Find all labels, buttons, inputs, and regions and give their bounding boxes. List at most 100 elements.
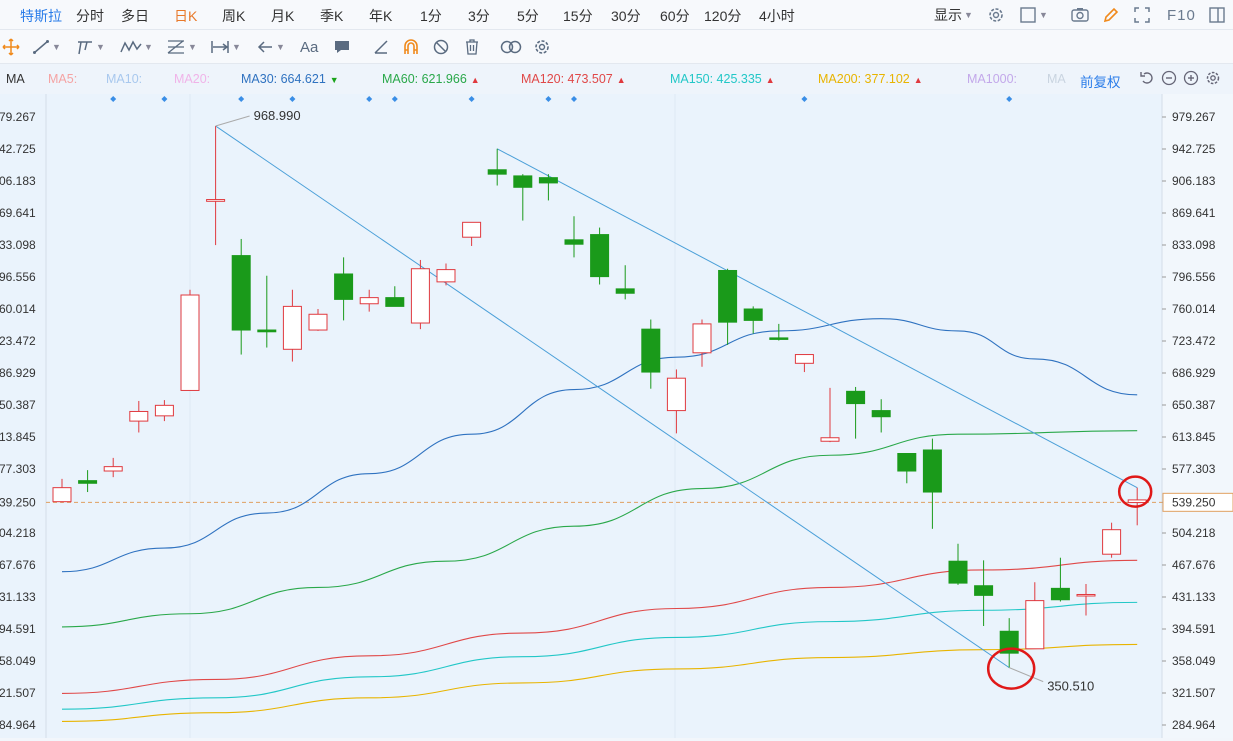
y-tick-label-left: 69.641 [0,206,36,220]
period-tab-4hour[interactable]: 4小时 [759,6,795,26]
period-tab-120min[interactable]: 120分 [704,6,741,26]
candle-down [257,329,277,333]
y-tick-label: 650.387 [1172,398,1216,412]
period-tab-weekly[interactable]: 周K [222,6,245,26]
period-tab-30min[interactable]: 30分 [611,6,641,26]
ma20-text: MA20: [174,72,211,86]
candlestick-chart-svg[interactable]: 979.267 79.267 942.725 42.725 906.183 06.183 8… [0,94,1233,738]
arrow-tool-dropdown[interactable]: ▼ [256,38,285,56]
ma20-label[interactable]: MA20: [174,72,210,86]
ma30-label[interactable]: MA30: 664.621 ▼ [241,72,339,86]
ma200-label[interactable]: MA200: 377.102 ▲ [818,72,923,86]
low-price-annotation: 350.510 [1047,679,1094,694]
y-tick-label-left: 21.507 [0,686,36,700]
fibonacci-tool-dropdown[interactable]: ▼ [166,38,197,56]
layout-dropdown[interactable]: ▼ [1019,4,1048,26]
candle-down [231,255,251,331]
y-tick-label-left: 60.014 [0,302,36,316]
period-tab-1min[interactable]: 1分 [420,6,442,26]
y-tick-label: 284.964 [1172,718,1216,732]
y-tick-label-left: 67.676 [0,558,36,572]
period-tab-intraday[interactable]: 分时 [76,6,104,26]
price-chart[interactable]: 979.267 79.267 942.725 42.725 906.183 06.183 8… [0,94,1233,738]
period-tab-daily[interactable]: 日K [174,6,197,26]
candle-up [410,268,430,324]
y-tick-label-left: 31.133 [0,590,36,604]
candle-down [871,410,891,418]
period-tab-60min[interactable]: 60分 [660,6,690,26]
y-tick-label: 979.267 [1172,110,1216,124]
candle-up [436,269,456,283]
candle-down [513,175,533,188]
ma-settings-icon[interactable] [1205,70,1221,86]
y-tick-label: 723.472 [1172,334,1216,348]
y-tick-label-left: 77.303 [0,462,36,476]
display-dropdown[interactable]: 显示 ▼ [934,4,973,26]
magnet-icon[interactable] [402,38,420,56]
ma150-label[interactable]: MA150: 425.335 ▲ [670,72,775,86]
ruler-icon[interactable] [372,38,390,56]
ma5-label[interactable]: MA5: [48,72,77,86]
gear-icon[interactable] [533,38,551,56]
display-label: 显示 [934,7,962,23]
candle-up [794,354,814,364]
pencil-icon[interactable] [1102,4,1120,26]
period-tab-multiday[interactable]: 多日 [121,6,149,26]
undo-icon[interactable] [1139,70,1155,86]
candle-down [897,453,917,472]
crosshair-move-icon[interactable] [2,38,20,56]
period-tab-quarterly[interactable]: 季K [320,6,343,26]
line-tool-dropdown[interactable]: ▼ [32,38,61,56]
candle-up [1127,499,1147,504]
candle-down [769,337,789,340]
period-tab-15min[interactable]: 15分 [563,6,593,26]
hide-drawings-icon[interactable] [432,38,450,56]
ma10-label[interactable]: MA10: [106,72,142,86]
y-tick-label: 358.049 [1172,654,1216,668]
settings-gear-icon[interactable] [987,4,1005,26]
candle-up [154,404,174,417]
ma60-label[interactable]: MA60: 621.966 ▲ [382,72,480,86]
y-tick-label: 833.098 [1172,238,1216,252]
trash-icon[interactable] [463,38,481,56]
y-tick-label-left: 23.472 [0,334,36,348]
ma120-text: MA120: 473.507 [521,72,613,86]
zoom-out-icon[interactable] [1161,70,1177,86]
period-tab-yearly[interactable]: 年K [369,6,392,26]
period-tab-5min[interactable]: 5分 [517,6,539,26]
comment-icon[interactable] [333,38,351,56]
close-panel-icon[interactable] [1208,4,1226,26]
candle-up [666,377,686,412]
trend-up-icon: ▲ [470,75,480,85]
chevron-down-icon: ▼ [188,42,197,52]
ma1000-text: MA1000: [967,72,1018,86]
period-toolbar: 特斯拉 分时 多日 日K 周K 月K 季K 年K 1分 3分 5分 15分 30… [0,0,1233,30]
symbol-label[interactable]: 特斯拉 [20,6,62,26]
candle-up [1076,593,1096,597]
adjust-mode-button[interactable]: 前复权 [1080,71,1121,91]
text-tool[interactable]: Aa [300,38,318,56]
trend-up-icon: ▲ [616,75,626,85]
candle-down [974,585,994,596]
zoom-in-icon[interactable] [1183,70,1199,86]
pattern-tool-dropdown[interactable]: ▼ [120,38,153,56]
square-icon [1020,7,1036,23]
link-icon[interactable] [500,38,522,56]
y-tick-label: 431.133 [1172,590,1216,604]
measure-range-icon [211,41,229,53]
ma-extra-label[interactable]: MA [1047,72,1066,86]
y-tick-label: 760.014 [1172,302,1216,316]
candle-up [282,305,302,350]
period-tab-monthly[interactable]: 月K [271,6,294,26]
f10-button[interactable]: F10 [1167,4,1196,26]
channel-tool-dropdown[interactable]: ▼ [76,38,105,56]
candle-down [487,169,507,175]
fullscreen-icon[interactable] [1133,4,1151,26]
candle-down [743,308,763,321]
ma1000-label[interactable]: MA1000: [967,72,1017,86]
camera-icon[interactable] [1070,4,1090,26]
measure-tool-dropdown[interactable]: ▼ [210,38,241,56]
ma120-label[interactable]: MA120: 473.507 ▲ [521,72,626,86]
period-tab-3min[interactable]: 3分 [468,6,490,26]
candle-up [462,221,482,238]
